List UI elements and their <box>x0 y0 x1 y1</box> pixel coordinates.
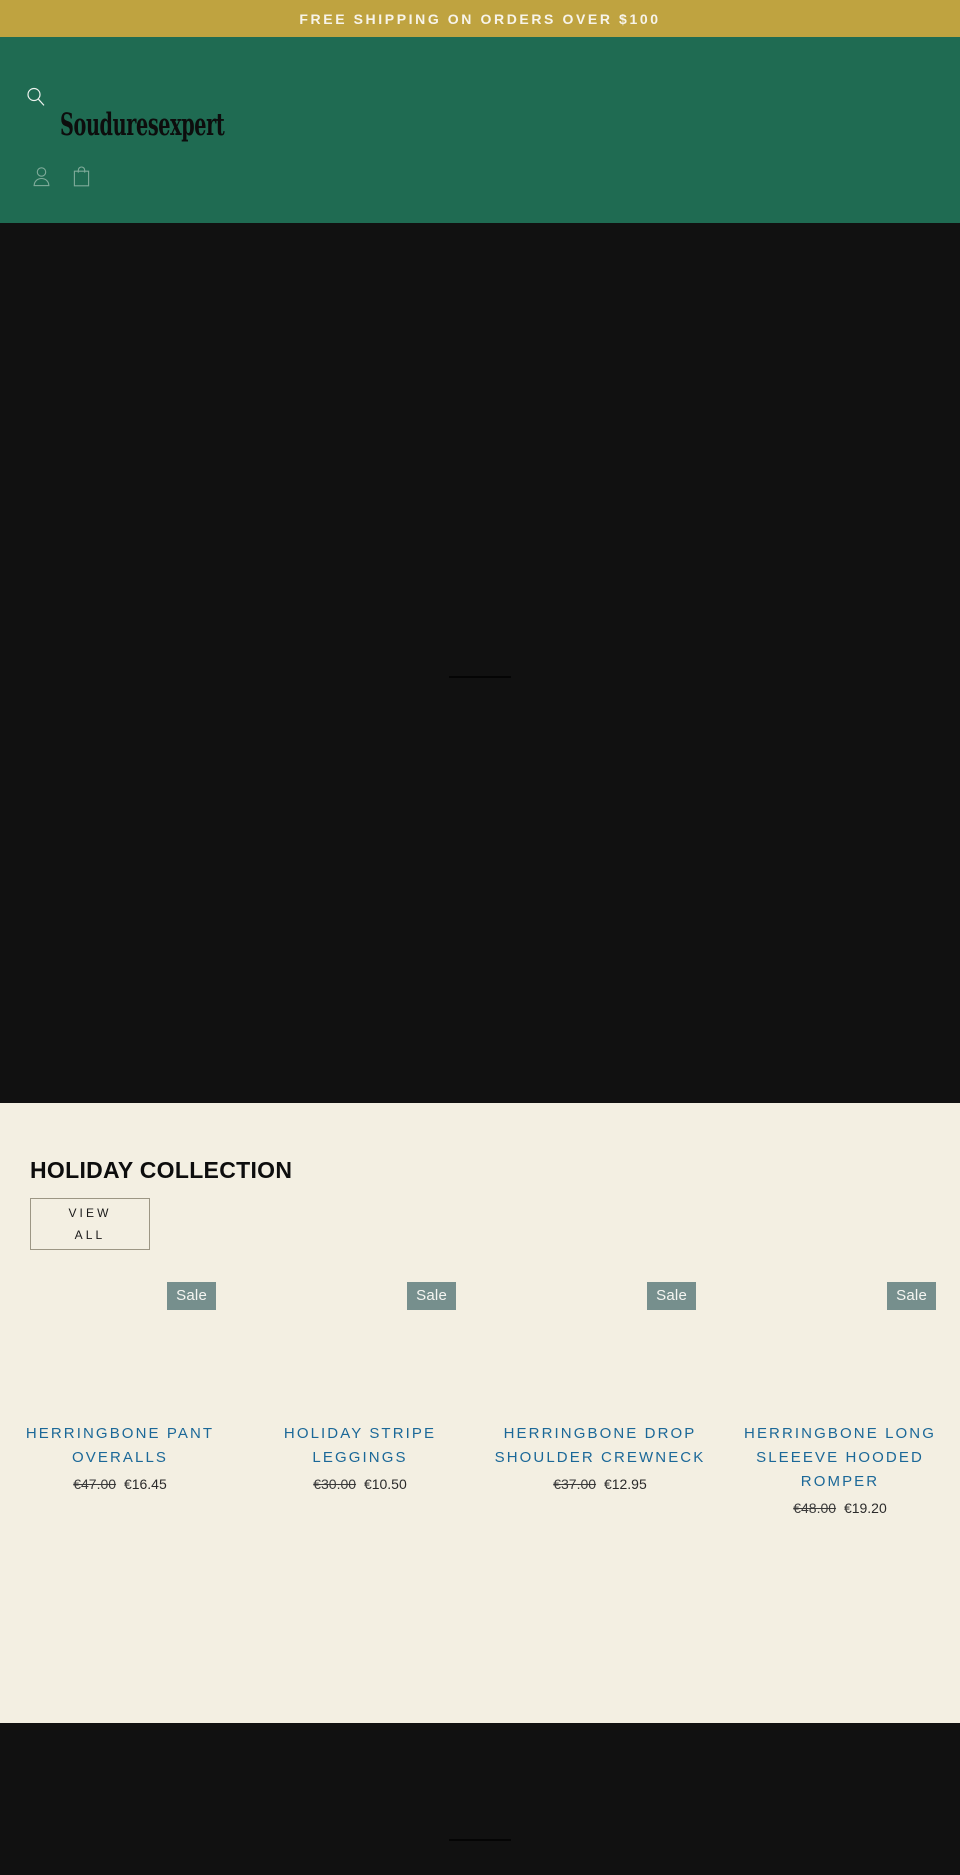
hero-divider <box>449 676 511 678</box>
price-sale: €10.50 <box>363 1476 407 1492</box>
view-all-button[interactable]: VIEW ALL <box>30 1198 150 1250</box>
product-image[interactable]: Sale <box>250 1272 470 1422</box>
product-price: €30.00 €10.50 <box>250 1473 470 1495</box>
collection-title: HOLIDAY COLLECTION <box>30 1157 293 1183</box>
status-badge-sale: Sale <box>407 1282 456 1310</box>
lower-banner-section <box>0 1723 960 1875</box>
announcement-text: FREE SHIPPING ON ORDERS OVER $100 <box>299 10 661 27</box>
brand-logo[interactable]: Souduresexpert <box>60 110 225 141</box>
storefront-page: FREE SHIPPING ON ORDERS OVER $100 Soudur… <box>0 0 960 1875</box>
status-badge-sale: Sale <box>167 1282 216 1310</box>
site-header: Souduresexpert HOME SHOP LIMITED EDITION <box>0 37 960 234</box>
announcement-bar: FREE SHIPPING ON ORDERS OVER $100 <box>0 0 960 37</box>
hero-banner <box>0 223 960 1103</box>
product-image[interactable]: Sale <box>730 1272 950 1422</box>
product-grid: Sale HERRINGBONE PANT OVERALLS €47.00 €1… <box>0 1272 960 1519</box>
product-title[interactable]: HERRINGBONE DROP SHOULDER CREWNECK <box>490 1422 710 1470</box>
view-all-label-line2: ALL <box>74 1228 106 1242</box>
product-price: €47.00 €16.45 <box>10 1473 230 1495</box>
product-card[interactable]: Sale HERRINGBONE LONG SLEEEVE HOODED ROM… <box>720 1272 960 1519</box>
account-icon[interactable] <box>32 165 51 187</box>
product-card[interactable]: Sale HOLIDAY STRIPE LEGGINGS €30.00 €10.… <box>240 1272 480 1519</box>
shopping-bag-icon[interactable] <box>72 165 91 187</box>
product-price: €37.00 €12.95 <box>490 1473 710 1495</box>
lower-divider <box>449 1839 511 1841</box>
price-original: €30.00 <box>313 1476 357 1492</box>
price-original: €37.00 <box>553 1476 597 1492</box>
price-sale: €12.95 <box>603 1476 647 1492</box>
price-original: €47.00 <box>73 1476 117 1492</box>
price-sale: €16.45 <box>123 1476 167 1492</box>
view-all-label-line1: VIEW <box>68 1206 112 1220</box>
collection-header: HOLIDAY COLLECTION VIEW ALL <box>0 1159 960 1250</box>
product-image[interactable]: Sale <box>10 1272 230 1422</box>
product-card[interactable]: Sale HERRINGBONE DROP SHOULDER CREWNECK … <box>480 1272 720 1519</box>
search-icon[interactable] <box>25 86 47 108</box>
status-badge-sale: Sale <box>647 1282 696 1310</box>
status-badge-sale: Sale <box>887 1282 936 1310</box>
product-title[interactable]: HERRINGBONE LONG SLEEEVE HOODED ROMPER <box>730 1422 950 1494</box>
header-utility-icons <box>32 165 91 187</box>
product-title[interactable]: HOLIDAY STRIPE LEGGINGS <box>250 1422 470 1470</box>
product-card[interactable]: Sale HERRINGBONE PANT OVERALLS €47.00 €1… <box>0 1272 240 1519</box>
product-image[interactable]: Sale <box>490 1272 710 1422</box>
holiday-collection-section: HOLIDAY COLLECTION VIEW ALL Sale HERRING… <box>0 1103 960 1723</box>
product-price: €48.00 €19.20 <box>730 1497 950 1519</box>
price-original: €48.00 <box>793 1500 837 1516</box>
product-title[interactable]: HERRINGBONE PANT OVERALLS <box>10 1422 230 1470</box>
price-sale: €19.20 <box>843 1500 887 1516</box>
